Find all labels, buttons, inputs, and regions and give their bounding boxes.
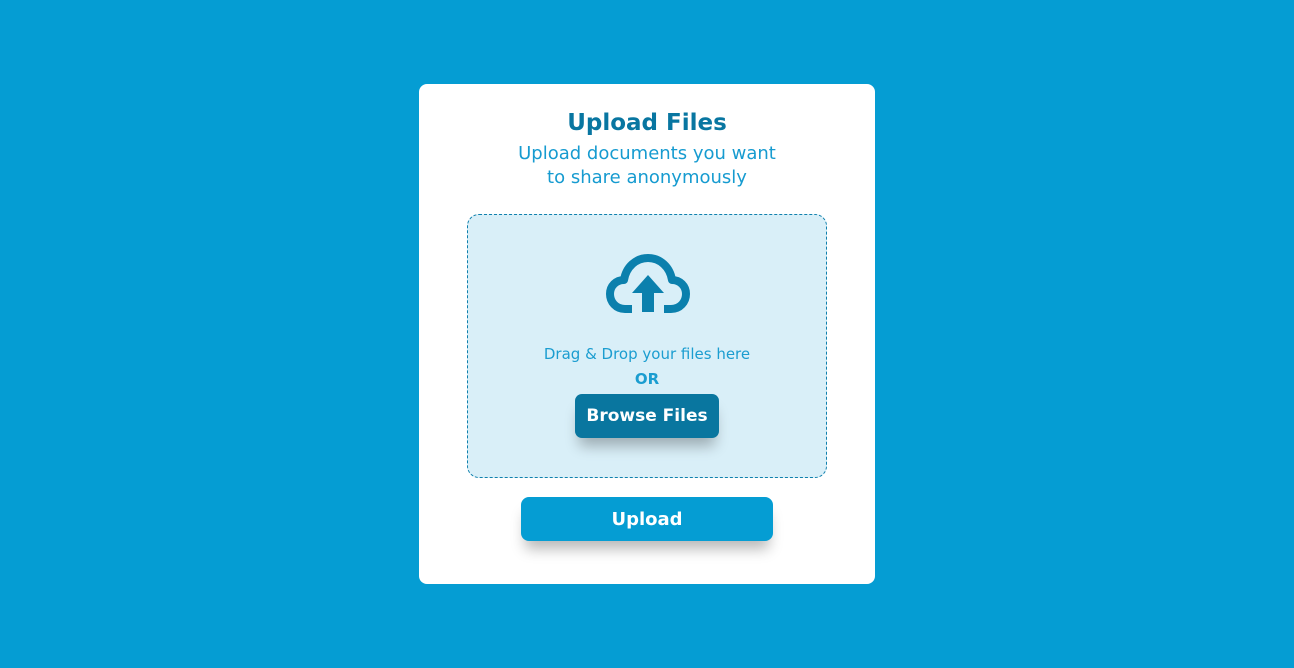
drag-drop-text: Drag & Drop your files here xyxy=(543,345,751,363)
subtitle-line-2: to share anonymously xyxy=(547,167,747,188)
or-divider-text: OR xyxy=(634,370,660,388)
cloud-upload-icon xyxy=(606,254,690,313)
upload-button[interactable]: Upload xyxy=(521,497,773,541)
upload-card: Upload Files Upload documents you want t… xyxy=(419,84,875,584)
subtitle-line-1: Upload documents you want xyxy=(518,143,776,164)
browse-files-button[interactable]: Browse Files xyxy=(575,394,719,438)
file-dropzone[interactable]: Drag & Drop your files here OR Browse Fi… xyxy=(467,214,827,478)
card-title: Upload Files xyxy=(567,110,727,136)
card-subtitle: Upload documents you want to share anony… xyxy=(419,142,875,190)
